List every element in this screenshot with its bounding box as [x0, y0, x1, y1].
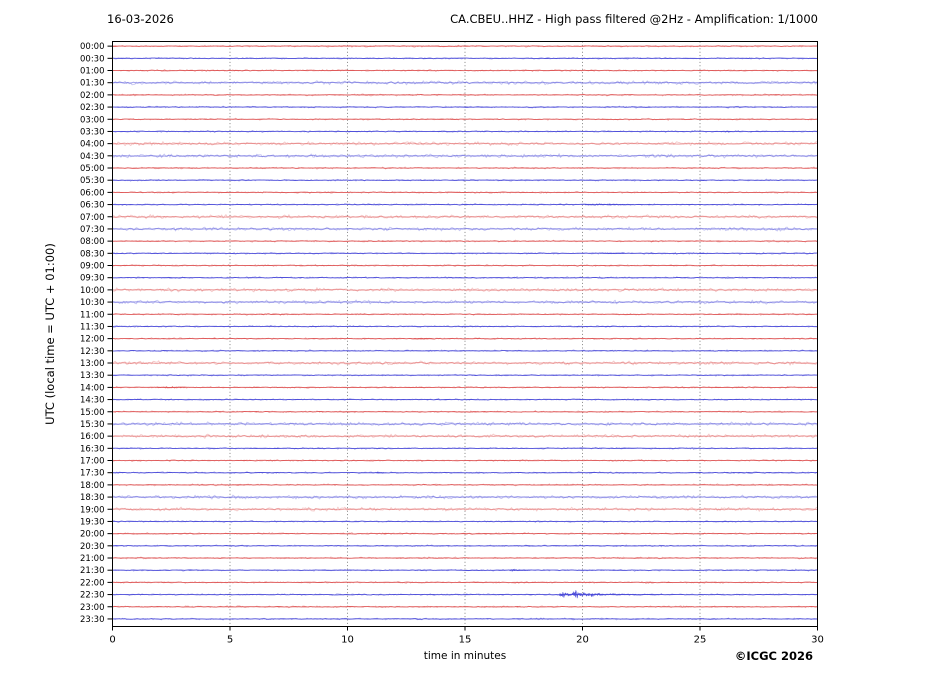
y-tick-label: 03:00	[80, 115, 105, 125]
x-axis-label: time in minutes	[423, 650, 507, 662]
y-tick-label: 17:00	[80, 457, 105, 467]
helicorder-plot: 0 5 10 15 20 25 30 00:00 00:30 01:00 01:30 02:00 02:…	[80, 41, 824, 646]
trace-row	[112, 215, 818, 218]
trace-row	[112, 447, 818, 450]
y-tick-label: 07:30	[80, 225, 105, 235]
y-tick-label: 13:00	[80, 359, 105, 369]
trace-row	[112, 191, 818, 194]
trace-row	[112, 410, 818, 413]
trace-row	[112, 361, 818, 365]
y-tick-label: 23:30	[80, 615, 105, 625]
y-tick-label: 14:30	[80, 396, 105, 406]
trace-row	[112, 240, 818, 242]
y-tick-label: 11:00	[80, 310, 105, 320]
y-tick-label: 06:30	[80, 201, 105, 211]
trace-row	[112, 520, 818, 523]
y-tick-label: 21:00	[80, 554, 105, 564]
trace-row	[112, 130, 818, 133]
trace-row	[112, 605, 818, 608]
trace-row	[112, 167, 818, 169]
y-tick-label: 00:30	[80, 54, 105, 64]
y-tick-label: 16:00	[80, 432, 105, 442]
y-tick-label: 16:30	[80, 444, 105, 454]
y-tick-label: 07:00	[80, 213, 105, 223]
y-tick-label: 23:00	[80, 603, 105, 613]
trace-row	[112, 313, 818, 316]
y-tick-label: 15:00	[80, 408, 105, 418]
y-tick-label: 12:00	[80, 335, 105, 345]
y-tick-label: 20:00	[80, 530, 105, 540]
x-tick-label: 15	[459, 635, 472, 646]
trace-row	[112, 276, 818, 279]
trace-row	[112, 337, 818, 340]
helicorder-figure: 16-03-2026 CA.CBEU..HHZ - High pass filt…	[0, 0, 927, 696]
y-tick-label: 09:30	[80, 274, 105, 284]
y-tick-label: 13:30	[80, 371, 105, 381]
y-tick-label: 10:30	[80, 298, 105, 308]
y-tick-label: 08:00	[80, 237, 105, 247]
trace-row	[112, 545, 818, 547]
x-tick-label: 5	[227, 635, 233, 646]
trace-row	[112, 398, 818, 401]
trace-row	[112, 45, 818, 47]
y-tick-label: 02:30	[80, 103, 105, 113]
event-trace	[558, 590, 660, 599]
y-tick-label: 18:00	[80, 481, 105, 491]
y-tick-label: 00:00	[80, 42, 105, 52]
y-tick-label: 06:00	[80, 188, 105, 198]
y-tick-label: 01:30	[80, 79, 105, 89]
trace-row	[112, 349, 818, 352]
trace-row	[112, 459, 818, 462]
trace-row	[112, 569, 818, 572]
trace-row	[112, 557, 818, 559]
y-tick-label: 19:00	[80, 505, 105, 515]
y-tick-label: 22:00	[80, 578, 105, 588]
y-tick-label: 05:30	[80, 176, 105, 186]
copyright-text: ©ICGC 2026	[734, 649, 813, 663]
y-tick-label: 21:30	[80, 566, 105, 576]
trace-row	[112, 581, 818, 584]
trace-row	[112, 325, 818, 328]
y-tick-label: 14:00	[80, 383, 105, 393]
y-tick-label: 15:30	[80, 420, 105, 430]
y-tick-label: 11:30	[80, 322, 105, 332]
y-tick-label: 22:30	[80, 591, 105, 601]
trace-row	[112, 471, 818, 474]
y-tick-label: 08:30	[80, 249, 105, 259]
x-tick-label: 25	[694, 635, 707, 646]
y-tick-label: 19:30	[80, 517, 105, 527]
x-tick-label: 10	[341, 635, 354, 646]
y-tick-label: 03:30	[80, 127, 105, 137]
trace-row	[112, 106, 818, 108]
trace-row	[112, 252, 818, 255]
trace-row	[112, 118, 818, 121]
y-tick-label: 18:30	[80, 493, 105, 503]
y-tick-label: 10:00	[80, 286, 105, 296]
x-tick-label: 0	[109, 635, 115, 646]
y-tick-label: 04:00	[80, 140, 105, 150]
trace-row	[112, 386, 818, 389]
y-tick-label: 02:00	[80, 91, 105, 101]
x-tick-label: 20	[576, 635, 589, 646]
x-tick-label: 30	[811, 635, 824, 646]
y-tick-label: 01:00	[80, 67, 105, 77]
trace-row	[112, 69, 818, 72]
y-tick-label: 05:00	[80, 164, 105, 174]
y-tick-label: 09:00	[80, 262, 105, 272]
trace-row	[112, 374, 818, 376]
trace-row	[112, 593, 818, 596]
y-tick-label: 17:30	[80, 469, 105, 479]
trace-row	[112, 203, 818, 206]
y-tick-label: 20:30	[80, 542, 105, 552]
y-tick-label: 12:30	[80, 347, 105, 357]
y-tick-label: 04:30	[80, 152, 105, 162]
trace-row	[112, 532, 818, 535]
